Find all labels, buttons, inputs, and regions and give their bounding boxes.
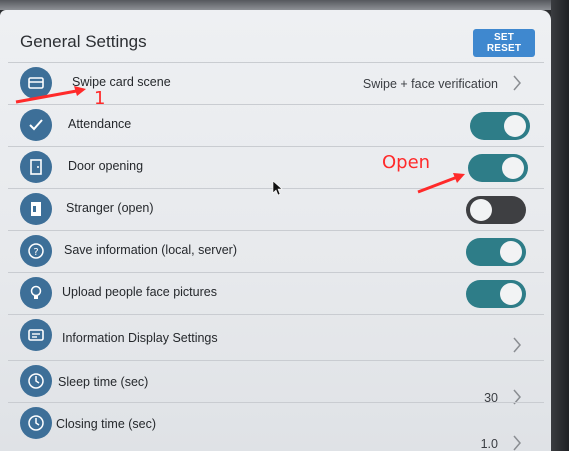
clock-icon [20, 365, 52, 397]
set-reset-button[interactable]: SET RESET [473, 29, 535, 57]
chevron-right-icon [513, 75, 521, 91]
mouse-cursor-icon [272, 180, 283, 196]
setting-row-upload-face-pictures: Upload people face pictures [8, 272, 544, 315]
setting-value: 1.0 [480, 437, 498, 451]
chevron-right-icon [513, 435, 521, 451]
device-bezel-top [0, 0, 569, 10]
upload-face-pictures-toggle[interactable] [466, 280, 526, 308]
setting-label: Save information (local, server) [64, 243, 237, 257]
question-icon: ? [20, 235, 52, 267]
setting-label: Upload people face pictures [62, 285, 217, 299]
check-icon [20, 109, 52, 141]
annotation-arrow-icon [15, 86, 86, 104]
toggle-knob [504, 115, 526, 137]
chevron-right-icon [513, 337, 521, 353]
setting-row-save-information: ? Save information (local, server) [8, 230, 544, 273]
toggle-knob [500, 241, 522, 263]
clock-icon [20, 407, 52, 439]
setting-row-information-display[interactable]: Information Display Settings [8, 314, 544, 357]
device-bezel-right [551, 0, 569, 451]
setting-label: Closing time (sec) [56, 417, 157, 431]
toggle-knob [500, 283, 522, 305]
door-opening-toggle[interactable] [468, 154, 528, 182]
door-icon [20, 151, 52, 183]
setting-label: Sleep time (sec) [58, 375, 149, 389]
toggle-knob [502, 157, 524, 179]
setting-row-closing-time[interactable]: Closing time (sec) 1.0 [8, 402, 544, 451]
display-icon [20, 319, 52, 351]
lightbulb-icon [20, 277, 52, 309]
stranger-open-toggle[interactable] [466, 196, 526, 224]
svg-text:?: ? [33, 247, 38, 258]
stranger-door-icon [20, 193, 52, 225]
page-title: General Settings [20, 32, 147, 51]
settings-screen: General Settings SET RESET Swipe card sc… [0, 10, 551, 451]
setting-value: Swipe + face verification [362, 77, 498, 91]
header: General Settings SET RESET [0, 10, 551, 60]
setting-row-sleep-time[interactable]: Sleep time (sec) 30 [8, 360, 544, 405]
annotation-arrow-icon [417, 173, 465, 194]
annotation-marker-1: 1 [94, 88, 106, 109]
attendance-toggle[interactable] [470, 112, 530, 140]
setting-label: Stranger (open) [66, 201, 154, 215]
setting-label: Door opening [68, 159, 144, 173]
setting-label: Information Display Settings [62, 331, 218, 345]
setting-label: Attendance [68, 117, 132, 131]
toggle-knob [470, 199, 492, 221]
save-information-toggle[interactable] [466, 238, 526, 266]
setting-row-attendance: Attendance [8, 104, 544, 147]
